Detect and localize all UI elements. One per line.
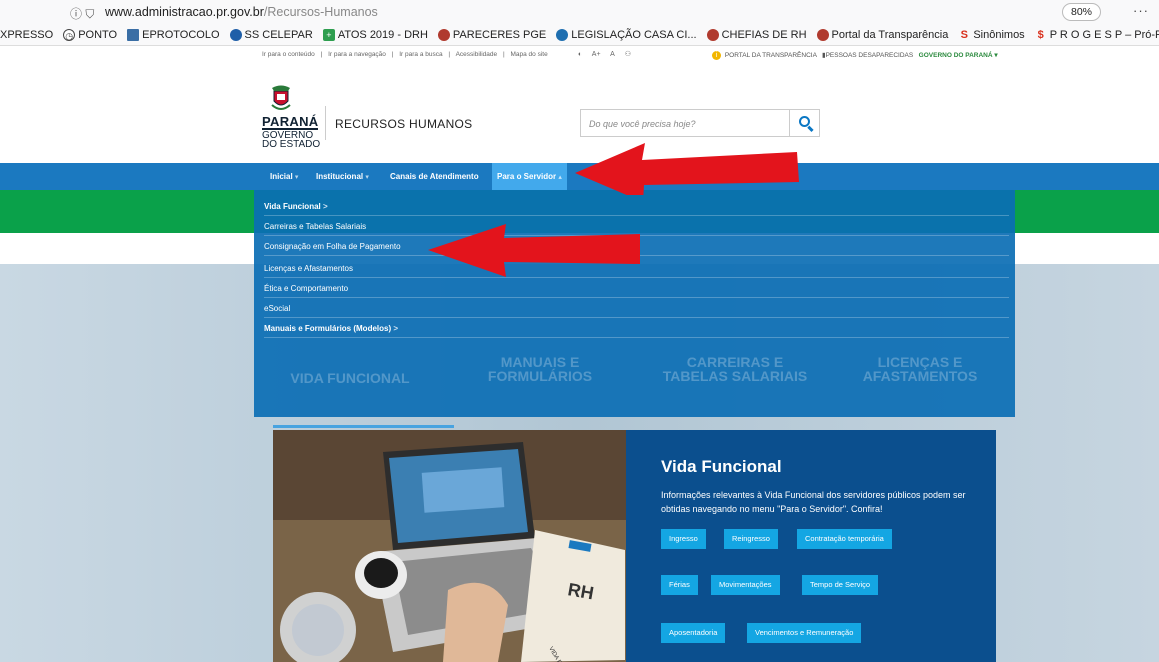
search-input[interactable]: Do que você precisa hoje? bbox=[580, 109, 790, 137]
zoom-indicator[interactable]: 80% bbox=[1061, 3, 1101, 21]
menu-item-esocial[interactable]: eSocial bbox=[264, 300, 1009, 318]
menu-item-vida-funcional[interactable]: Vida Funcional > bbox=[264, 198, 1009, 216]
chevron-down-icon: ▾ bbox=[365, 174, 369, 181]
card-manuais[interactable]: MANUAIS E FORMULÁRIOS bbox=[465, 355, 615, 383]
url-domain: www.administracao.pr.gov.br bbox=[105, 5, 264, 19]
clock-icon: ◷ bbox=[63, 28, 76, 41]
bookmark-portal-transparencia[interactable]: Portal da Transparência bbox=[816, 28, 948, 41]
accessibility-bar: Ir para o conteúdo | Ir para a navegação… bbox=[0, 46, 1159, 98]
btn-ingresso[interactable]: Ingresso bbox=[661, 529, 706, 549]
btn-ferias[interactable]: Férias bbox=[661, 575, 698, 595]
btn-aposentadoria[interactable]: Aposentadoria bbox=[661, 623, 726, 643]
bookmark-ss-celepar[interactable]: SS CELEPAR bbox=[229, 28, 313, 41]
red-arrow-menu bbox=[428, 224, 640, 277]
nav-para-o-servidor[interactable]: Para o Servidor ▴ bbox=[492, 163, 567, 190]
panel-description: Informações relevantes à Vida Funcional … bbox=[661, 490, 966, 514]
governo-parana-link[interactable]: GOVERNO DO PARANÁ ▾ bbox=[919, 52, 998, 59]
bookmark-xpresso[interactable]: XPRESSO bbox=[0, 29, 53, 41]
accessibility-link[interactable]: Acessibilidade bbox=[456, 51, 498, 58]
s-logo-icon: $ bbox=[1037, 28, 1044, 41]
menu-item-manuais[interactable]: Manuais e Formulários (Modelos) > bbox=[264, 320, 1009, 338]
plus-icon: + bbox=[322, 28, 335, 41]
chevron-right-icon: > bbox=[322, 202, 328, 211]
eprotocolo-icon bbox=[127, 28, 140, 41]
accessibility-links: Ir para o conteúdo | Ir para a navegação… bbox=[262, 51, 548, 58]
panel-title: Vida Funcional bbox=[661, 457, 782, 476]
bookmark-ponto[interactable]: ◷ PONTO bbox=[63, 28, 117, 41]
crest-icon bbox=[706, 28, 719, 41]
logo-parana-text: PARANÁ bbox=[262, 114, 319, 130]
vida-funcional-panel: Vida Funcional Informações relevantes à … bbox=[626, 430, 996, 662]
card-vida-funcional[interactable]: VIDA FUNCIONAL bbox=[275, 371, 425, 385]
bookmark-chefias-rh[interactable]: CHEFIAS DE RH bbox=[706, 28, 807, 41]
state-crest-icon bbox=[271, 85, 291, 110]
sitemap-link[interactable]: Mapa do site bbox=[510, 51, 547, 58]
bookmark-eprotocolo[interactable]: EPROTOCOLO bbox=[127, 28, 220, 41]
btn-vencimentos-remuneracao[interactable]: Vencimentos e Remuneração bbox=[747, 623, 862, 643]
portal-transparencia-link[interactable]: PORTAL DA TRANSPARÊNCIA bbox=[725, 52, 817, 59]
bookmarks-bar: XPRESSO ◷ PONTO EPROTOCOLO SS CELEPAR + AT… bbox=[0, 24, 1159, 46]
skip-to-content-link[interactable]: Ir para o conteúdo bbox=[262, 51, 315, 58]
sign-language-icon[interactable]: ⚇ bbox=[625, 51, 631, 58]
logo-estado-text: DO ESTADO bbox=[262, 139, 321, 150]
bookmark-progesp[interactable]: $P R O G E S P – Pró-Rei... bbox=[1035, 29, 1159, 41]
laptop-illustration: RH VIDA FUNCIONAL bbox=[273, 430, 626, 662]
site-name[interactable]: RECURSOS HUMANOS bbox=[335, 117, 472, 131]
bookmark-sinonimos[interactable]: S Sinônimos bbox=[958, 28, 1025, 41]
nav-inicial[interactable]: Inicial ▾ bbox=[270, 163, 298, 190]
category-cards: VIDA FUNCIONAL MANUAIS E FORMULÁRIOS CARR… bbox=[270, 355, 1000, 395]
url-path: /Recursos-Humanos bbox=[263, 5, 378, 19]
chevron-right-icon: > bbox=[393, 324, 399, 333]
pessoas-desaparecidas-link[interactable]: PESSOAS DESAPARECIDAS bbox=[826, 52, 914, 59]
globe-icon bbox=[556, 28, 569, 41]
skip-to-search-link[interactable]: Ir para a busca bbox=[399, 51, 442, 58]
font-decrease-button[interactable]: A bbox=[610, 51, 615, 58]
bookmark-legislacao[interactable]: LEGISLAÇÃO CASA CI... bbox=[556, 28, 697, 41]
info-icon: i bbox=[712, 51, 721, 60]
btn-tempo-de-servico[interactable]: Tempo de Serviço bbox=[802, 575, 879, 595]
more-options-icon[interactable]: ··· bbox=[1133, 3, 1149, 18]
skip-to-nav-link[interactable]: Ir para a navegação bbox=[328, 51, 386, 58]
btn-reingresso[interactable]: Reingresso bbox=[724, 529, 778, 549]
red-arrow-nav bbox=[575, 143, 799, 195]
crest-icon bbox=[437, 28, 450, 41]
s-logo-icon: S bbox=[960, 28, 968, 41]
font-increase-button[interactable]: A+ bbox=[592, 51, 601, 58]
url-text[interactable]: www.administracao.pr.gov.br/Recursos-Hum… bbox=[105, 5, 378, 19]
parana-logo[interactable]: PARANÁ GOVERNO DO ESTADO bbox=[262, 85, 322, 160]
chevron-down-icon: ▾ bbox=[294, 174, 299, 181]
bookmark-atos-2019[interactable]: + ATOS 2019 - DRH bbox=[322, 28, 428, 41]
chevron-up-icon: ▴ bbox=[558, 174, 562, 181]
portal-links: i PORTAL DA TRANSPARÊNCIA ▮PESSOAS DESAP… bbox=[712, 51, 998, 60]
logo-divider bbox=[325, 106, 326, 140]
search-button[interactable] bbox=[790, 109, 820, 137]
contrast-icon[interactable]: ◐ bbox=[578, 51, 582, 58]
bookmark-pareceres-pge[interactable]: PARECERES PGE bbox=[437, 28, 546, 41]
nav-institucional[interactable]: Institucional ▾ bbox=[316, 163, 369, 190]
site-info-icon[interactable]: ⓘ ⛉ bbox=[70, 5, 94, 22]
crest-icon bbox=[816, 28, 829, 41]
laptop-photo: RH VIDA FUNCIONAL bbox=[273, 430, 626, 662]
active-card-indicator bbox=[273, 425, 454, 428]
celepar-icon bbox=[229, 28, 242, 41]
nav-canais-atendimento[interactable]: Canais de Atendimento bbox=[390, 163, 479, 190]
btn-contratacao-temporaria[interactable]: Contratação temporária bbox=[797, 529, 892, 549]
browser-url-bar[interactable]: ⓘ ⛉ www.administracao.pr.gov.br/Recursos… bbox=[0, 0, 1159, 24]
btn-movimentacoes[interactable]: Movimentações bbox=[711, 575, 780, 595]
menu-item-etica[interactable]: Ética e Comportamento bbox=[264, 280, 1009, 298]
card-licencas[interactable]: LICENÇAS E AFASTAMENTOS bbox=[845, 355, 995, 383]
search-icon bbox=[799, 116, 810, 127]
card-carreiras[interactable]: CARREIRAS E TABELAS SALARIAIS bbox=[645, 355, 825, 383]
font-controls: ◐ A+ A ⚇ bbox=[578, 50, 639, 58]
